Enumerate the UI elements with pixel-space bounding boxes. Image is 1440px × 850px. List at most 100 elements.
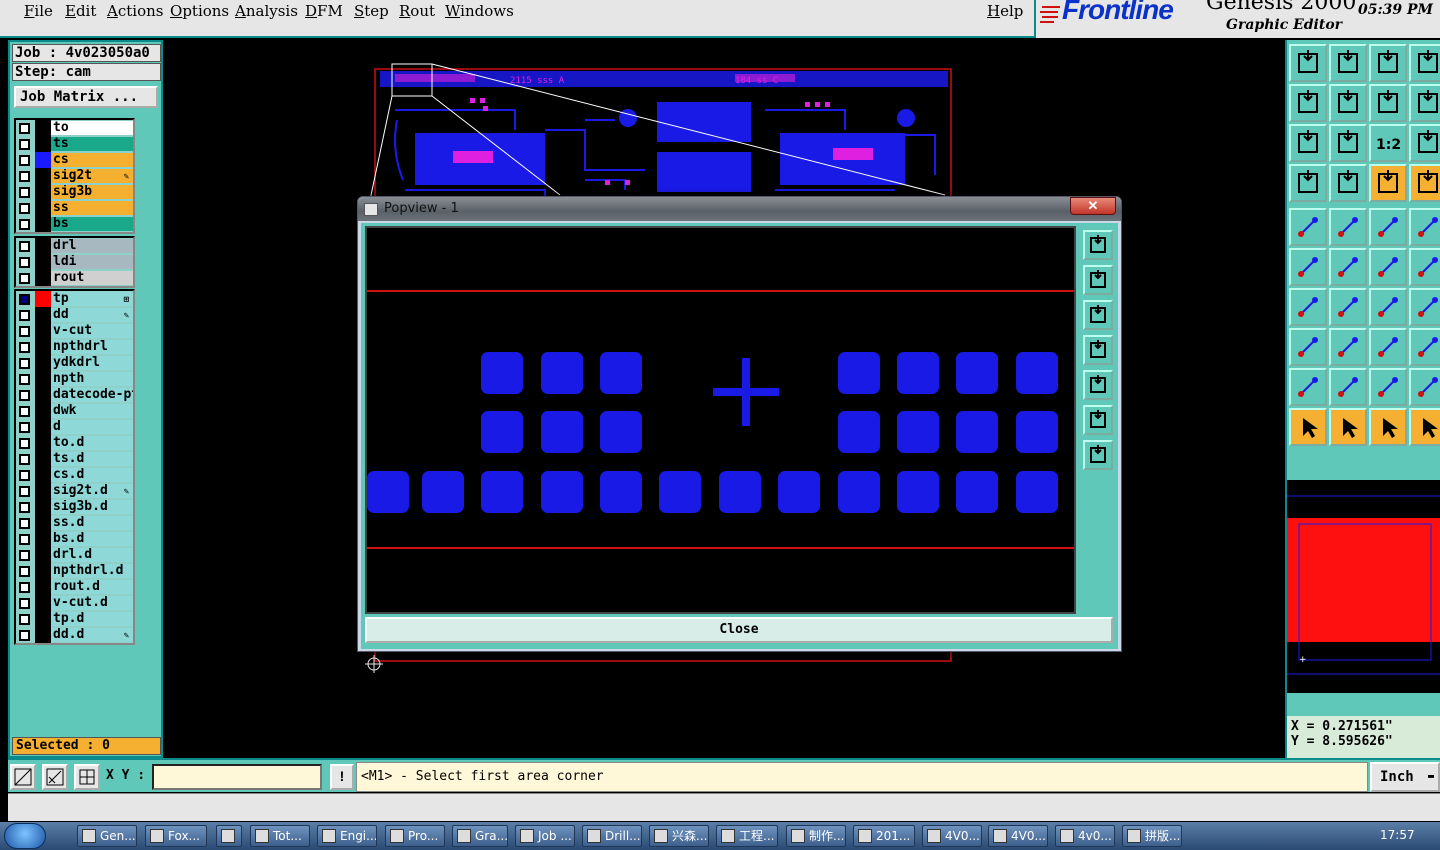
zoom-area-button[interactable]: [10, 764, 36, 790]
layer-row[interactable]: cs.d: [16, 467, 133, 483]
taskbar-item[interactable]: 拼版...: [1122, 825, 1182, 847]
layer-name[interactable]: to.d: [51, 436, 133, 450]
arch-alt-button[interactable]: [1409, 368, 1440, 406]
layer-row[interactable]: v-cut.d: [16, 595, 133, 611]
layer-checkbox[interactable]: [19, 273, 30, 284]
layer-row[interactable]: rout.d: [16, 579, 133, 595]
zoom-in-button[interactable]: [1083, 265, 1113, 295]
layer-name[interactable]: cs.d: [51, 468, 133, 482]
arch-button[interactable]: [1369, 368, 1407, 406]
layer-row[interactable]: sig3b: [16, 184, 133, 200]
layer-color-swatch[interactable]: [35, 339, 51, 355]
save-button[interactable]: [1329, 44, 1367, 82]
layer-color-swatch[interactable]: [35, 323, 51, 339]
layer-name[interactable]: bs.d: [51, 532, 133, 546]
layer-checkbox[interactable]: [19, 566, 30, 577]
fit-button[interactable]: [1083, 405, 1113, 435]
taskbar-item[interactable]: 工程...: [716, 825, 778, 847]
taskbar-item[interactable]: 4v0...: [1055, 825, 1115, 847]
taskbar-item[interactable]: Fox...: [145, 825, 207, 847]
layer-checkbox[interactable]: [19, 598, 30, 609]
split-button[interactable]: [1409, 288, 1440, 326]
layer-row[interactable]: sig2t.d ✎: [16, 483, 133, 499]
layer-row[interactable]: dwk: [16, 403, 133, 419]
minus-button[interactable]: [1329, 328, 1367, 366]
layer-color-swatch[interactable]: [35, 136, 51, 152]
popview-viewport[interactable]: [365, 226, 1076, 614]
menu-edit[interactable]: Edit: [65, 2, 96, 20]
menu-file[interactable]: File: [24, 2, 53, 20]
layer-name[interactable]: v-cut: [51, 324, 133, 338]
layer-checkbox[interactable]: [19, 374, 30, 385]
start-button[interactable]: [4, 823, 46, 849]
layer-row[interactable]: tp.d: [16, 611, 133, 627]
zoom-page-button[interactable]: [1083, 230, 1113, 260]
layer-name[interactable]: datecode-pt: [51, 388, 133, 402]
layer-name[interactable]: cs: [51, 153, 133, 167]
layer-row[interactable]: sig3b.d: [16, 499, 133, 515]
undo-button[interactable]: [1369, 288, 1407, 326]
taskbar-item[interactable]: 兴森...: [649, 825, 709, 847]
layer-name[interactable]: d: [51, 420, 133, 434]
link-button[interactable]: [1409, 328, 1440, 366]
layer-name[interactable]: ldi: [51, 255, 133, 269]
taskbar-item[interactable]: 201...: [853, 825, 915, 847]
popview-close-button[interactable]: Close: [365, 617, 1113, 643]
layer-color-swatch[interactable]: [35, 152, 51, 168]
taskbar-item[interactable]: Tot...: [250, 825, 310, 847]
layer-color-swatch[interactable]: [35, 419, 51, 435]
layer-name[interactable]: sig3b: [51, 185, 133, 199]
layer-name[interactable]: dd ✎: [51, 308, 133, 322]
layer-row[interactable]: rout: [16, 270, 133, 286]
arc-button[interactable]: [1409, 248, 1440, 286]
layer-row[interactable]: sig2t ✎: [16, 168, 133, 184]
layer-checkbox[interactable]: [19, 454, 30, 465]
menu-dfm[interactable]: DFM: [305, 2, 343, 20]
layer-color-swatch[interactable]: [35, 291, 51, 307]
layer-color-swatch[interactable]: [35, 467, 51, 483]
line-button[interactable]: [1369, 248, 1407, 286]
layer-checkbox[interactable]: [19, 406, 30, 417]
zoom-fit-button[interactable]: [1289, 124, 1327, 162]
pointer-dup-button[interactable]: [1409, 408, 1440, 446]
layer-row[interactable]: npth: [16, 371, 133, 387]
layer-name[interactable]: ss: [51, 201, 133, 215]
peak-button[interactable]: [1329, 368, 1367, 406]
layer-color-swatch[interactable]: [35, 238, 51, 254]
menu-analysis[interactable]: Analysis: [235, 2, 298, 20]
dot-button[interactable]: [1409, 208, 1440, 246]
layer-color-swatch[interactable]: [35, 515, 51, 531]
taskbar-item[interactable]: Job ...: [515, 825, 575, 847]
pointer-button[interactable]: [1289, 408, 1327, 446]
layer-row[interactable]: ts.d: [16, 451, 133, 467]
zoom-out-button[interactable]: [1083, 300, 1113, 330]
units-selector[interactable]: Inch ▬: [1370, 762, 1440, 792]
layer-name[interactable]: bs: [51, 217, 133, 231]
menu-rout[interactable]: Rout: [399, 2, 435, 20]
layer-row[interactable]: ss.d: [16, 515, 133, 531]
angle-button[interactable]: [1289, 288, 1327, 326]
layer-checkbox[interactable]: [19, 294, 30, 305]
layer-checkbox[interactable]: [19, 534, 30, 545]
layer-color-swatch[interactable]: [35, 435, 51, 451]
layer-name[interactable]: to: [51, 121, 133, 135]
layer-checkbox[interactable]: [19, 123, 30, 134]
layer-name[interactable]: sig3b.d: [51, 500, 133, 514]
layer-row[interactable]: to: [16, 120, 133, 136]
center-button[interactable]: [1083, 440, 1113, 470]
layer-row[interactable]: bs.d: [16, 531, 133, 547]
job-matrix-button[interactable]: Job Matrix ...: [14, 86, 158, 108]
layer-name[interactable]: drl.d: [51, 548, 133, 562]
layer-checkbox[interactable]: [19, 342, 30, 353]
layer-checkbox[interactable]: [19, 358, 30, 369]
redraw-button[interactable]: [1409, 84, 1440, 122]
rotate-button[interactable]: [1289, 208, 1327, 246]
layer-checkbox[interactable]: [19, 582, 30, 593]
zoom-one-button[interactable]: [1369, 84, 1407, 122]
layer-color-swatch[interactable]: [35, 216, 51, 232]
layer-name[interactable]: npthdrl.d: [51, 564, 133, 578]
layer-row[interactable]: ldi: [16, 254, 133, 270]
layer-name[interactable]: drl: [51, 239, 133, 253]
layer-checkbox[interactable]: [19, 219, 30, 230]
layer-checkbox[interactable]: [19, 614, 30, 625]
